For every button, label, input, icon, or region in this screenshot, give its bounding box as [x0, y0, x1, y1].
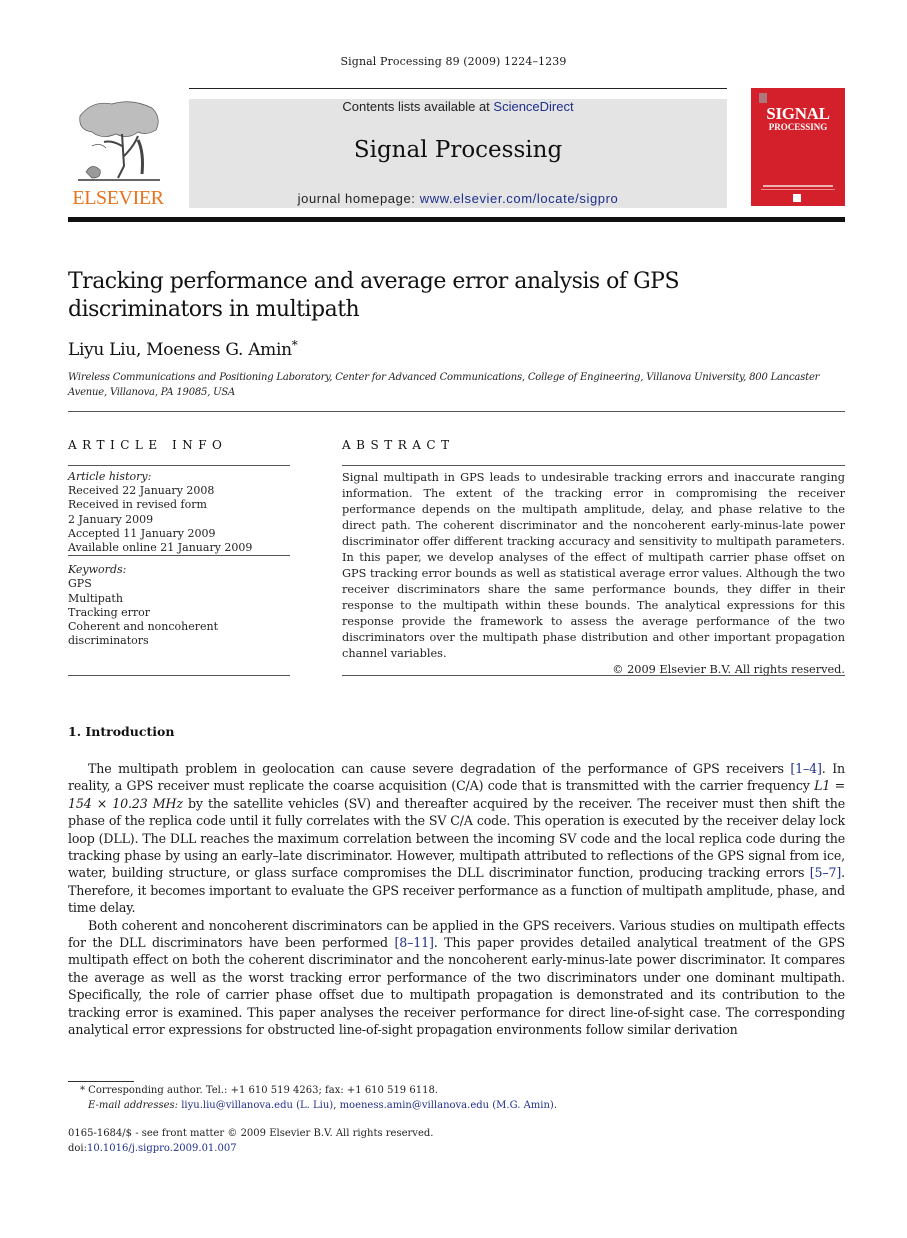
doi-line: doi:10.1016/j.sigpro.2009.01.007: [68, 1141, 433, 1156]
history-item: Accepted 11 January 2009: [68, 526, 216, 540]
email-note: E-mail addresses: liyu.liu@villanova.edu…: [68, 1098, 768, 1113]
elsevier-wordmark: ELSEVIER: [72, 187, 164, 209]
authors: Liyu Liu, Moeness G. Amin*: [68, 338, 298, 360]
cover-logo-icon: [759, 93, 767, 103]
doi-link[interactable]: 10.1016/j.sigpro.2009.01.007: [87, 1143, 237, 1154]
running-head: Signal Processing 89 (2009) 1224–1239: [340, 55, 567, 68]
text-run: . This paper provides detailed analytica…: [68, 935, 845, 1038]
email-label: E-mail addresses:: [88, 1100, 182, 1111]
history-item: Available online 21 January 2009: [68, 541, 253, 555]
history-rule: [68, 555, 290, 557]
doi-label: doi:: [68, 1143, 87, 1154]
author-names: Liyu Liu, Moeness G. Amin: [68, 340, 292, 360]
abstract: Signal multipath in GPS leads to undesir…: [342, 470, 845, 678]
cover-line: [761, 189, 835, 190]
contents-prefix: Contents lists available at: [342, 99, 494, 114]
article-info: Article history: Received 22 January 200…: [68, 470, 290, 648]
footnote-rule: [68, 1081, 134, 1082]
citation-link[interactable]: [1–4]: [790, 761, 822, 776]
cover-title: SIGNAL: [766, 104, 830, 123]
punctuation: .: [553, 1100, 558, 1111]
elsevier-logo: ELSEVIER: [68, 96, 168, 208]
front-matter-note: 0165-1684/$ - see front matter © 2009 El…: [68, 1128, 434, 1139]
tree-icon: [78, 101, 160, 181]
homepage-link[interactable]: www.elsevier.com/locate/sigpro: [420, 191, 619, 206]
email-link-liu[interactable]: liyu.liu@villanova.edu (L. Liu): [181, 1100, 333, 1111]
keywords-label: Keywords:: [68, 563, 127, 577]
sciencedirect-link[interactable]: ScienceDirect: [493, 99, 573, 114]
email-link-amin[interactable]: moeness.amin@villanova.edu (M.G. Amin): [340, 1100, 554, 1111]
paragraph: Both coherent and noncoherent discrimina…: [68, 917, 845, 1039]
cover-badge-icon: [793, 194, 801, 202]
article-info-bottom-rule: [68, 675, 290, 676]
abstract-bottom-rule: [342, 675, 845, 676]
citation-link[interactable]: [5–7]: [810, 865, 842, 880]
section-heading-introduction: 1. Introduction: [68, 724, 175, 739]
history-item: Received in revised form: [68, 498, 207, 512]
homepage-prefix: journal homepage:: [297, 191, 420, 206]
corresponding-author-mark[interactable]: *: [292, 338, 298, 352]
article-info-heading: ARTICLE INFO: [68, 438, 228, 452]
keyword: Tracking error: [68, 605, 151, 619]
keyword: GPS: [68, 577, 92, 591]
history-item: 2 January 2009: [68, 512, 154, 526]
article-title: Tracking performance and average error a…: [68, 269, 680, 322]
abstract-body: Signal multipath in GPS leads to undesir…: [342, 471, 845, 660]
keyword: Coherent and noncoherent discriminators: [68, 620, 219, 648]
homepage-line: journal homepage: www.elsevier.com/locat…: [189, 191, 727, 206]
journal-masthead: Contents lists available at ScienceDirec…: [189, 99, 727, 208]
text-run: by the satellite vehicles (SV) and there…: [68, 795, 845, 881]
abstract-rule: [342, 465, 845, 466]
introduction-body: The multipath problem in geolocation can…: [68, 760, 845, 1039]
cover-subtitle: PROCESSING: [768, 122, 828, 132]
header-thick-rule: [68, 217, 845, 222]
affiliation-rule: [68, 411, 845, 412]
journal-cover: SIGNAL PROCESSING: [751, 88, 845, 206]
paragraph: The multipath problem in geolocation can…: [68, 760, 845, 917]
abstract-heading: ABSTRACT: [342, 438, 455, 452]
history-label: Article history:: [68, 470, 152, 483]
footnotes: * Corresponding author. Tel.: +1 610 519…: [68, 1083, 768, 1113]
history-item: Received 22 January 2008: [68, 484, 215, 498]
citation-link[interactable]: [8–11]: [394, 935, 433, 950]
cover-line: [763, 185, 833, 187]
affiliation: Wireless Communications and Positioning …: [68, 372, 820, 398]
corresponding-author-note: * Corresponding author. Tel.: +1 610 519…: [80, 1085, 438, 1096]
legal-info: 0165-1684/$ - see front matter © 2009 El…: [68, 1126, 433, 1156]
contents-line: Contents lists available at ScienceDirec…: [189, 99, 727, 114]
header-rule: [189, 88, 727, 89]
text-run: The multipath problem in geolocation can…: [88, 761, 791, 776]
article-info-rule: [68, 465, 290, 466]
journal-name: Signal Processing: [353, 137, 563, 163]
keyword: Multipath: [68, 591, 123, 605]
